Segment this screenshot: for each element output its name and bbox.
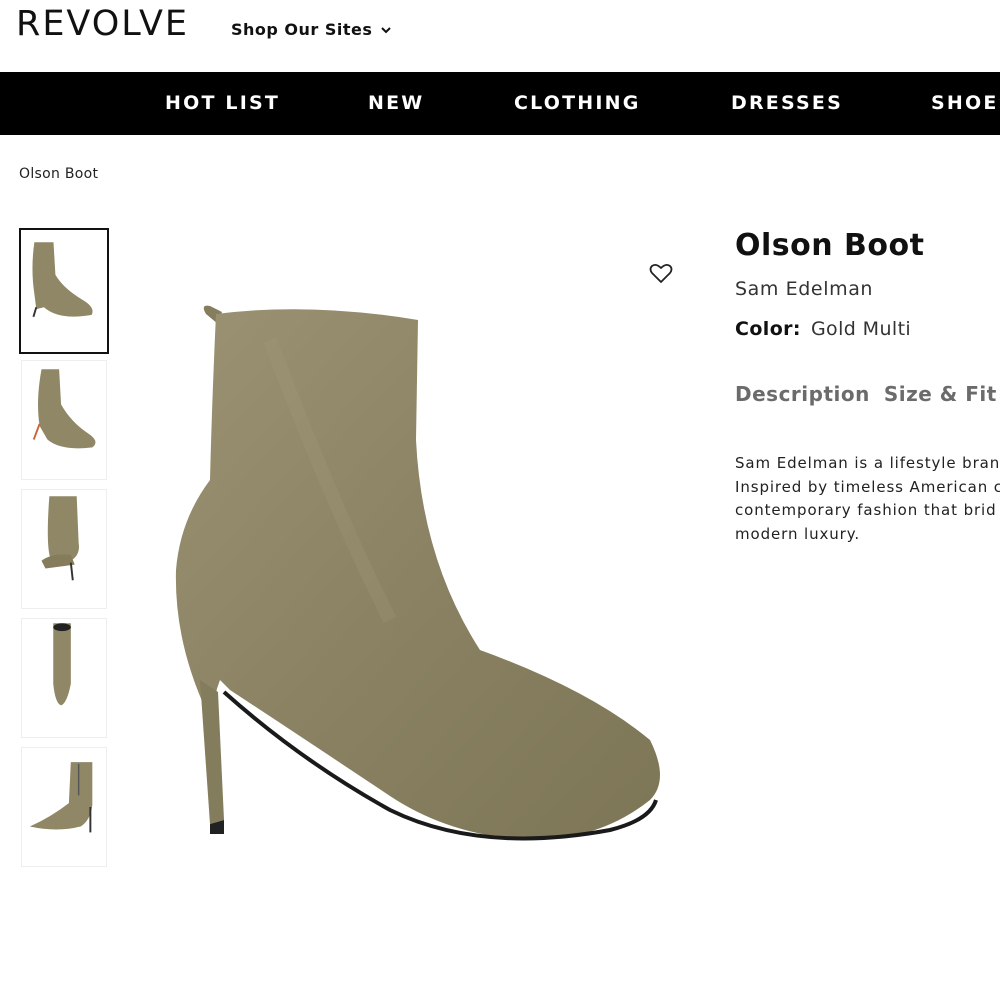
color-row: Color: Gold Multi bbox=[735, 318, 911, 340]
nav-clothing[interactable]: CLOTHING bbox=[514, 92, 641, 114]
thumbnail-5[interactable] bbox=[21, 747, 107, 867]
color-label: Color: bbox=[735, 318, 801, 340]
tab-size-fit[interactable]: Size & Fit bbox=[884, 382, 997, 406]
description-line: Inspired by timeless American c bbox=[735, 477, 1000, 496]
nav-hot-list[interactable]: HOT LIST bbox=[165, 92, 280, 114]
description-line: Sam Edelman is a lifestyle brand bbox=[735, 454, 1000, 472]
shop-our-sites-dropdown[interactable]: Shop Our Sites bbox=[231, 20, 392, 39]
gold-sock-boot-image bbox=[175, 305, 660, 841]
boot-thumbnail-image bbox=[32, 242, 93, 318]
nav-new[interactable]: NEW bbox=[368, 92, 424, 114]
breadcrumb[interactable]: Olson Boot bbox=[19, 166, 98, 182]
top-header: REVOLVE Shop Our Sites bbox=[0, 0, 1000, 72]
boot-thumbnail-image bbox=[41, 496, 79, 581]
boot-thumbnail-image bbox=[53, 623, 71, 706]
tab-description[interactable]: Description bbox=[735, 382, 870, 406]
thumbnail-4[interactable] bbox=[21, 618, 107, 738]
chevron-down-icon bbox=[381, 26, 392, 33]
description-line: contemporary fashion that brid bbox=[735, 501, 997, 519]
product-main-image[interactable] bbox=[150, 240, 710, 900]
boot-thumbnail-image bbox=[32, 369, 96, 449]
nav-dresses[interactable]: DRESSES bbox=[731, 92, 843, 114]
thumbnail-1[interactable] bbox=[19, 228, 109, 354]
wishlist-button[interactable] bbox=[648, 260, 674, 286]
product-brand[interactable]: Sam Edelman bbox=[735, 278, 873, 300]
product-tabs: Description Size & Fit bbox=[735, 382, 1000, 412]
boot-thumbnail-image bbox=[29, 762, 93, 833]
color-value: Gold Multi bbox=[810, 318, 912, 340]
thumbnail-2[interactable] bbox=[21, 360, 107, 480]
thumbnail-3[interactable] bbox=[21, 489, 107, 609]
nav-shoes[interactable]: SHOES bbox=[931, 92, 1000, 114]
product-description: Sam Edelman is a lifestyle brand Inspire… bbox=[735, 452, 1000, 552]
heart-outline-icon bbox=[649, 263, 673, 283]
description-line: modern luxury. bbox=[735, 524, 861, 543]
main-nav: HOT LIST NEW CLOTHING DRESSES SHOES bbox=[0, 72, 1000, 135]
shop-our-sites-label: Shop Our Sites bbox=[231, 20, 373, 39]
revolve-logo[interactable]: REVOLVE bbox=[16, 4, 189, 44]
product-title: Olson Boot bbox=[735, 228, 925, 263]
